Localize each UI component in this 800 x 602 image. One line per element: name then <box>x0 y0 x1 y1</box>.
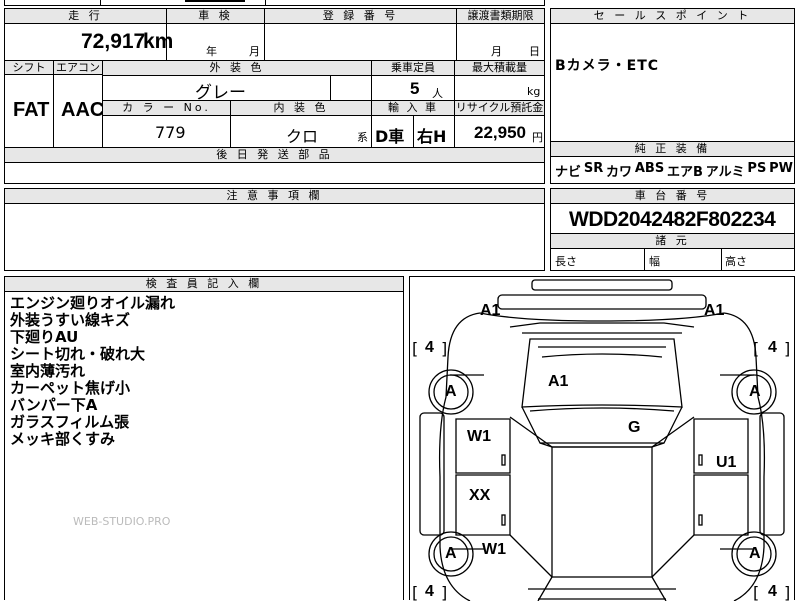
interior-color-label: 内 装 色 <box>231 101 371 116</box>
mark-windshield: G <box>628 419 641 436</box>
chassis-box: 車 台 番 号 WDD2042482F802234 諸 元 長さ 幅 高さ <box>550 188 795 271</box>
capacity-unit: 人 <box>432 87 443 100</box>
shaken-year: 年 <box>206 45 217 58</box>
mark-rear-fender-left: W1 <box>482 541 506 558</box>
sales-point-text: Bカメラ・ETC <box>555 58 660 74</box>
inspector-label: 検 査 員 記 入 欄 <box>5 277 403 292</box>
transfer-day: 日 <box>529 45 540 58</box>
handle-value: 右H <box>417 127 447 146</box>
remark-line: シート切れ・破れ大 <box>10 345 146 363</box>
watermark: WEB-STUDIO.PRO <box>73 515 171 528</box>
tire-front-right: 4 <box>768 339 777 356</box>
aircon-value: AAC <box>61 99 105 121</box>
aircon-label: エアコン <box>53 61 102 75</box>
mileage-unit: km <box>143 30 174 53</box>
recycle-unit: 円 <box>532 131 543 144</box>
vehicle-info-table: 走 行 車 検 登 録 番 号 譲渡書類期限 72,917 km 年 月 月 日… <box>4 8 545 184</box>
later-parts-label: 後 日 発 送 部 品 <box>5 148 544 163</box>
recycle-label: リサイクル預託金 <box>455 101 544 116</box>
tire-bracket-open: [ <box>753 583 760 602</box>
remark-line: メッキ部くすみ <box>10 430 116 448</box>
equipment-list: ナビ SR カワ ABS エアB アルミ PS PW <box>555 161 793 181</box>
interior-suffix: 系 <box>357 131 368 144</box>
sales-point-label: セ ー ル ス ポ イ ン ト <box>551 9 794 24</box>
import-value: D車 <box>375 127 405 146</box>
equipment-item: ナビ <box>555 165 582 180</box>
chassis-number: WDD2042482F802234 <box>569 208 776 231</box>
inspector-box: 検 査 員 記 入 欄 エンジン廻りオイル漏れ 外装うすい線キズ 下廻りAU シ… <box>4 276 404 600</box>
tire-rear-right: 4 <box>768 583 777 600</box>
remark-line: エンジン廻りオイル漏れ <box>10 294 176 312</box>
mark-wheel-rl: A <box>445 545 457 562</box>
tire-front-left: 4 <box>425 339 434 356</box>
dimensions-label: 諸 元 <box>551 234 794 249</box>
capacity-value: 5 <box>410 79 420 98</box>
remarks-list: エンジン廻りオイル漏れ 外装うすい線キズ 下廻りAU シート切れ・破れ大 室内薄… <box>10 295 175 448</box>
chassis-label: 車 台 番 号 <box>551 189 794 204</box>
import-label: 輸 入 車 <box>372 101 454 116</box>
remark-line: 外装うすい線キズ <box>10 311 131 329</box>
capacity-label: 乗車定員 <box>372 61 454 76</box>
remark-line: バンパー下A <box>10 396 98 414</box>
tire-bracket-close: ] <box>784 339 791 358</box>
remark-line: カーペット焦げ小 <box>10 379 131 397</box>
load-unit: kg <box>527 85 541 98</box>
max-load-label: 最大積載量 <box>455 61 544 76</box>
equipment-item: ABS <box>634 161 665 176</box>
width-label: 幅 <box>649 255 660 268</box>
shift-value: FAT <box>13 99 50 121</box>
color-number-label: カ ラ ー No. <box>103 101 230 116</box>
remark-line: ガラスフィルム張 <box>10 413 130 431</box>
equipment-item: PW <box>769 161 793 176</box>
car-diagram-box: [ 4 ] [ 4 ] [ 4 ] [ 4 ] A1 A1 A1 G W1 XX… <box>409 276 795 602</box>
registration-label: 登 録 番 号 <box>264 9 456 24</box>
equipment-label: 純 正 装 備 <box>551 142 794 157</box>
top-partial-strip <box>4 0 545 6</box>
tire-bracket-open: [ <box>753 339 760 358</box>
height-label: 高さ <box>725 255 747 268</box>
mark-wheel-rr: A <box>749 545 761 562</box>
mark-wheel-fl: A <box>445 383 457 400</box>
mark-front-left: A1 <box>480 302 501 319</box>
equipment-item: PS <box>747 161 767 176</box>
caution-box: 注 意 事 項 欄 <box>4 188 545 271</box>
interior-color-value: クロ <box>286 127 319 146</box>
caution-label: 注 意 事 項 欄 <box>5 189 544 204</box>
transfer-month: 月 <box>491 45 502 58</box>
shift-label: シフト <box>5 61 53 75</box>
mileage-value: 72,917 <box>81 30 146 53</box>
shaken-label: 車 検 <box>166 9 264 24</box>
cut-off-text <box>185 0 245 2</box>
color-number-value: 779 <box>155 123 186 142</box>
mark-wheel-fr: A <box>749 383 761 400</box>
exterior-color-label: 外 装 色 <box>103 61 371 76</box>
mark-hood: A1 <box>548 373 569 390</box>
remark-line: 下廻りAU <box>10 328 79 346</box>
tire-bracket-open: [ <box>412 339 419 358</box>
tire-rear-left: 4 <box>425 583 434 600</box>
recycle-value: 22,950 <box>474 123 526 142</box>
equipment-item: カワ <box>606 165 633 180</box>
mileage-label: 走 行 <box>5 9 166 24</box>
shaken-month: 月 <box>249 45 260 58</box>
transfer-deadline-label: 譲渡書類期限 <box>456 9 544 24</box>
tire-bracket-open: [ <box>412 583 419 602</box>
tire-bracket-close: ] <box>441 339 448 358</box>
tire-bracket-close: ] <box>441 583 448 602</box>
mark-front-right: A1 <box>704 302 725 319</box>
sales-point-box: セ ー ル ス ポ イ ン ト Bカメラ・ETC 純 正 装 備 ナビ SR カ… <box>550 8 795 184</box>
mark-rear-door-right: U1 <box>716 454 737 471</box>
equipment-item: アルミ <box>705 165 745 180</box>
mark-rear-door-left: XX <box>469 487 491 504</box>
mark-front-door-left: W1 <box>467 428 491 445</box>
tire-bracket-close: ] <box>784 583 791 602</box>
equipment-item: SR <box>583 161 604 176</box>
remark-line: 室内薄汚れ <box>10 362 86 380</box>
length-label: 長さ <box>555 255 577 268</box>
equipment-item: エアB <box>667 165 703 180</box>
